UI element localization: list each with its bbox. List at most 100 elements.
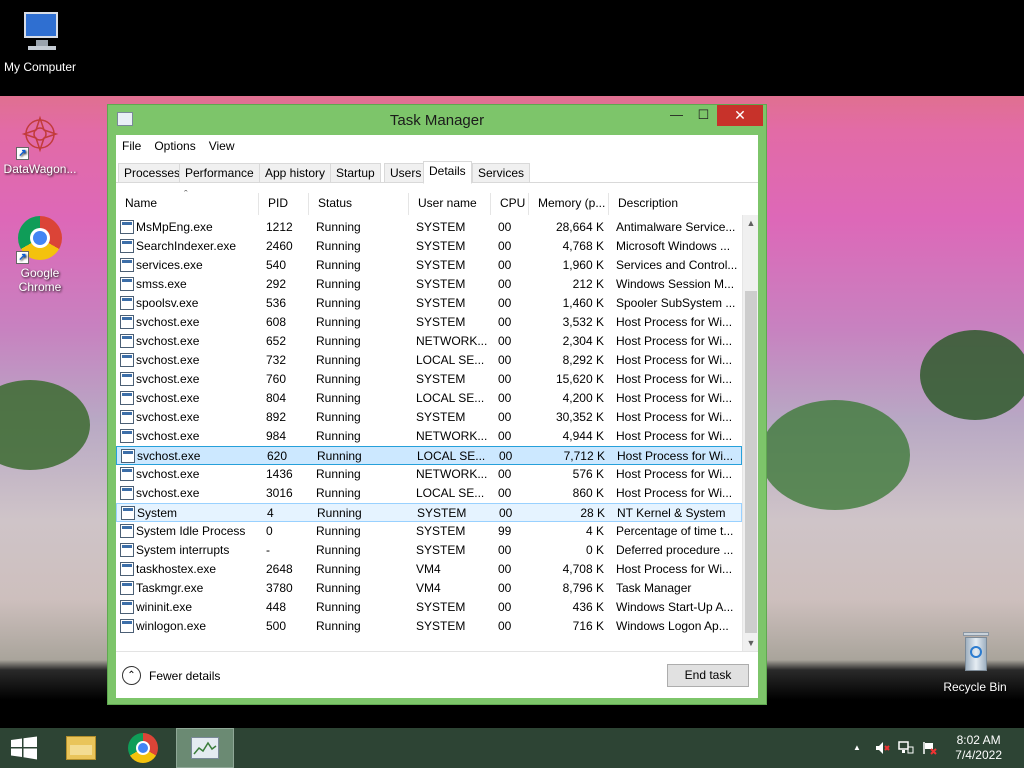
process-icon (120, 277, 134, 291)
table-row[interactable]: Taskmgr.exe 3780 Running VM4 00 8,796 K Task M… (116, 579, 742, 598)
cell-cpu: 00 (498, 220, 512, 234)
cell-cpu: 00 (498, 581, 512, 595)
tab-users[interactable]: Users (384, 163, 428, 183)
cell-user-name: NETWORK... (416, 334, 488, 348)
cell-memory: 7,712 K (563, 449, 605, 463)
close-button[interactable]: ✕ (717, 105, 763, 126)
maximize-button[interactable]: ☐ (690, 105, 717, 126)
column-header-pid[interactable]: PID (259, 193, 309, 215)
cell-name: wininit.exe (136, 600, 193, 614)
table-row[interactable]: System interrupts - Running SYSTEM 00 0 K Defe… (116, 541, 742, 560)
table-row[interactable]: services.exe 540 Running SYSTEM 00 1,960 K Ser… (116, 256, 742, 275)
tab-performance[interactable]: Performance (179, 163, 260, 183)
table-row[interactable]: System Idle Process 0 Running SYSTEM 99 4 K Pe… (116, 522, 742, 541)
table-row[interactable]: svchost.exe 760 Running SYSTEM 00 15,620 K Hos… (116, 370, 742, 389)
tab-processes[interactable]: Processes (118, 163, 187, 183)
table-row[interactable]: svchost.exe 1436 Running NETWORK... 00 576 K H… (116, 465, 742, 484)
tab-services[interactable]: Services (472, 163, 531, 183)
title-bar[interactable]: Task Manager — ☐ ✕ (108, 105, 766, 133)
table-row[interactable]: taskhostex.exe 2648 Running VM4 00 4,708 K Hos… (116, 560, 742, 579)
cell-pid: 4 (267, 506, 274, 520)
process-icon (120, 353, 134, 367)
cell-memory: 1,460 K (562, 296, 604, 310)
system-clock[interactable]: 8:02 AM 7/4/2022 (955, 733, 1002, 763)
shortcut-arrow-icon: ↗ (16, 251, 29, 264)
volume-muted-icon[interactable] (875, 741, 891, 755)
table-row[interactable]: svchost.exe 892 Running SYSTEM 00 30,352 K Hos… (116, 408, 742, 427)
table-row[interactable]: MsMpEng.exe 1212 Running SYSTEM 00 28,664 K An… (116, 218, 742, 237)
table-row[interactable]: svchost.exe 608 Running SYSTEM 00 3,532 K Host… (116, 313, 742, 332)
table-row[interactable]: System 4 Running SYSTEM 00 28 K NT Kernel & Sy… (116, 503, 742, 522)
menu-view[interactable]: View (209, 139, 235, 153)
process-icon (120, 581, 134, 595)
process-icon (120, 562, 134, 576)
start-button[interactable] (0, 728, 48, 768)
cell-cpu: 00 (498, 334, 512, 348)
tab-details[interactable]: Details (423, 161, 472, 184)
menu-file[interactable]: File (122, 139, 141, 153)
task-manager-window: Task Manager — ☐ ✕ File Options View Pro… (107, 104, 767, 705)
table-row[interactable]: svchost.exe 3016 Running LOCAL SE... 00 860 K… (116, 484, 742, 503)
table-row[interactable]: spoolsv.exe 536 Running SYSTEM 00 1,460 K Spoo… (116, 294, 742, 313)
cell-cpu: 00 (498, 600, 512, 614)
cell-memory: 4,944 K (562, 429, 604, 443)
network-icon[interactable] (898, 741, 914, 755)
desktop-icon-google-chrome[interactable]: ↗ Google Chrome (0, 216, 80, 294)
cell-user-name: LOCAL SE... (417, 449, 486, 463)
menu-options[interactable]: Options (154, 139, 195, 153)
cell-name: MsMpEng.exe (136, 220, 213, 234)
cell-description: Host Process for Wi... (616, 353, 733, 367)
cell-memory: 28 K (580, 506, 605, 520)
vertical-scrollbar[interactable]: ▲ ▼ (742, 215, 758, 651)
process-icon (120, 410, 134, 424)
table-row[interactable]: svchost.exe 804 Running LOCAL SE... 00 4,200 … (116, 389, 742, 408)
chrome-icon (128, 733, 158, 763)
scrollbar-thumb[interactable] (745, 291, 757, 633)
taskbar-file-explorer[interactable] (58, 728, 104, 768)
cell-status: Running (316, 429, 361, 443)
cell-description: Host Process for Wi... (616, 486, 733, 500)
process-icon (120, 296, 134, 310)
process-icon (120, 467, 134, 481)
table-row[interactable]: winlogon.exe 500 Running SYSTEM 00 716 K Windo… (116, 617, 742, 636)
desktop-icon-datawagon[interactable]: ↗ DataWagon... (0, 112, 80, 176)
column-header-memory[interactable]: Memory (p... (529, 193, 609, 215)
cell-pid: 760 (266, 372, 287, 386)
tab-app-history[interactable]: App history (259, 163, 332, 183)
cell-cpu: 00 (498, 391, 512, 405)
table-row[interactable]: svchost.exe 984 Running NETWORK... 00 4,944 K… (116, 427, 742, 446)
cell-name: svchost.exe (137, 449, 201, 463)
table-row[interactable]: smss.exe 292 Running SYSTEM 00 212 K Windows S… (116, 275, 742, 294)
table-row[interactable]: svchost.exe 732 Running LOCAL SE... 00 8,292 … (116, 351, 742, 370)
minimize-button[interactable]: — (663, 105, 690, 126)
scroll-up-arrow-icon[interactable]: ▲ (743, 215, 759, 231)
taskbar-google-chrome[interactable] (120, 728, 166, 768)
cell-memory: 28,664 K (555, 220, 604, 234)
fewer-details-link[interactable]: ⌃ Fewer details (122, 666, 220, 685)
tab-startup[interactable]: Startup (330, 163, 381, 183)
table-row[interactable]: SearchIndexer.exe 2460 Running SYSTEM 00 4,76… (116, 237, 742, 256)
column-header-cpu[interactable]: CPU (491, 193, 529, 215)
table-row[interactable]: wininit.exe 448 Running SYSTEM 00 436 K Window… (116, 598, 742, 617)
desktop-icon-my-computer[interactable]: My Computer (0, 10, 80, 74)
table-row[interactable]: svchost.exe 652 Running NETWORK... 00 2,304 K… (116, 332, 742, 351)
show-hidden-icons-chevron[interactable]: ▲ (853, 743, 861, 752)
cell-description: Windows Session M... (616, 277, 735, 291)
cell-name: svchost.exe (136, 391, 200, 405)
column-header-status[interactable]: Status (309, 193, 409, 215)
cell-name: System Idle Process (136, 524, 246, 538)
end-task-button[interactable]: End task (667, 664, 749, 687)
column-header-description[interactable]: Description (609, 193, 742, 215)
process-list: Name ˆ PID Status User name CPU Memory (… (116, 189, 758, 651)
table-row[interactable]: svchost.exe 620 Running LOCAL SE... 00 7,712 … (116, 446, 742, 465)
process-icon (120, 600, 134, 614)
scroll-down-arrow-icon[interactable]: ▼ (743, 635, 759, 651)
column-header-user-name[interactable]: User name (409, 193, 491, 215)
taskbar-task-manager[interactable] (176, 728, 234, 768)
clock-date: 7/4/2022 (955, 748, 1002, 762)
menu-bar: File Options View (116, 135, 758, 157)
cell-status: Running (317, 506, 362, 520)
desktop-icon-recycle-bin[interactable]: Recycle Bin (935, 630, 1015, 694)
process-icon (120, 543, 134, 557)
action-center-flag-icon[interactable] (922, 741, 938, 755)
